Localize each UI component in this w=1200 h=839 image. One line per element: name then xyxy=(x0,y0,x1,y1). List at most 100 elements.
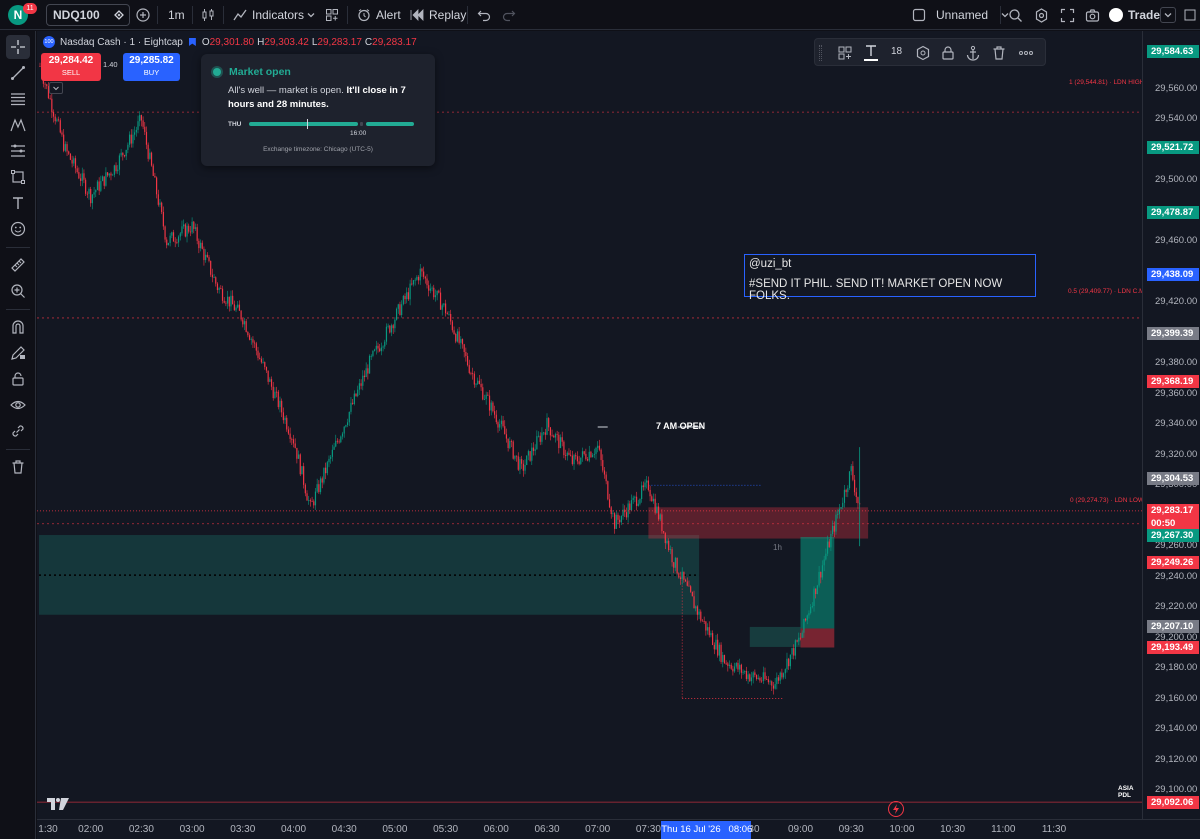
drag-handle[interactable] xyxy=(819,45,822,61)
candle-body xyxy=(727,663,729,666)
symbol-logo: 100 xyxy=(43,36,55,48)
candle-body xyxy=(686,581,688,586)
annotation-line-2: #SEND IT PHIL. SEND IT! MARKET OPEN NOW … xyxy=(749,278,1003,302)
candle-body xyxy=(494,411,496,415)
remove-drawings-tool[interactable] xyxy=(6,455,30,479)
delete-button[interactable] xyxy=(991,45,1007,66)
lock-drawings-tool[interactable] xyxy=(6,367,30,391)
add-symbol-button[interactable] xyxy=(136,0,150,30)
zoom-tool[interactable] xyxy=(6,279,30,303)
collapse-button[interactable] xyxy=(1160,0,1176,30)
stay-in-drawing-tool[interactable] xyxy=(6,341,30,365)
quick-search-button[interactable] xyxy=(1008,0,1023,30)
trend-line-tool[interactable] xyxy=(6,61,30,85)
add-template-icon xyxy=(838,46,852,60)
chart-type-button[interactable] xyxy=(201,0,215,30)
trade-button[interactable]: Trade xyxy=(1109,0,1160,30)
price-badge: 29,521.72 xyxy=(1147,140,1199,154)
forecast-tool[interactable] xyxy=(6,139,30,163)
market-status-popup[interactable]: Market open All's well — market is open.… xyxy=(201,54,435,166)
redo-button[interactable] xyxy=(502,0,516,30)
hide-drawings-tool[interactable] xyxy=(6,393,30,417)
candle-body xyxy=(816,585,818,594)
magnet-tool[interactable] xyxy=(6,315,30,339)
chart-legend[interactable]: 100 Nasdaq Cash · 1 · Eightcap O 29,301.8… xyxy=(43,35,417,49)
time-axis[interactable]: 1:30 02:00 02:30 03:00 03:30 04:00 04:30 05:00 0… xyxy=(37,819,1200,839)
candle-body xyxy=(679,577,682,580)
legend-collapse-button[interactable] xyxy=(49,82,63,94)
lock-button[interactable] xyxy=(940,45,956,66)
alert-button[interactable]: Alert xyxy=(357,0,401,30)
more-icon[interactable] xyxy=(1183,0,1197,30)
candle-body xyxy=(397,304,399,309)
candle-body xyxy=(172,232,175,242)
candle-body xyxy=(612,513,614,515)
settings-button[interactable] xyxy=(915,45,931,66)
candle-body xyxy=(451,321,453,331)
buy-button[interactable]: 29,285.82 BUY xyxy=(123,53,180,81)
candle-body xyxy=(708,627,710,636)
candle-body xyxy=(314,491,317,506)
interval-button[interactable]: 1m xyxy=(168,0,185,30)
more-button[interactable] xyxy=(1018,45,1034,66)
tradingview-logo[interactable] xyxy=(47,797,69,815)
candle-body xyxy=(777,677,780,681)
candle-body xyxy=(847,488,849,493)
sell-button[interactable]: 29,284.42 SELL xyxy=(41,53,101,81)
compare-icon xyxy=(113,9,125,21)
price-tick-label: 29,420.00 xyxy=(1155,296,1198,308)
candle-body xyxy=(815,588,817,594)
candle-body xyxy=(855,492,857,498)
candle-body xyxy=(211,274,213,278)
measure-tool[interactable] xyxy=(6,253,30,277)
candle-body xyxy=(122,152,124,156)
fullscreen-button[interactable] xyxy=(1060,0,1075,30)
candle-body xyxy=(233,304,235,311)
candle-body xyxy=(480,383,482,388)
candle-body xyxy=(164,226,166,240)
candle-body xyxy=(297,454,300,459)
settings-button[interactable] xyxy=(1034,0,1049,30)
text-annotation[interactable]: @uzi_bt #SEND IT PHIL. SEND IT! MARKET O… xyxy=(744,254,1036,302)
replay-label: Replay xyxy=(429,8,467,22)
shape-tool[interactable] xyxy=(6,165,30,189)
user-avatar[interactable]: N 11 xyxy=(8,0,37,30)
replay-icon xyxy=(410,8,424,22)
text-tool[interactable] xyxy=(6,191,30,215)
candle-body xyxy=(657,506,660,520)
eye-icon xyxy=(10,400,26,410)
fib-tool[interactable] xyxy=(6,87,30,111)
crosshair-tool[interactable] xyxy=(6,35,30,59)
candle-body xyxy=(98,181,100,191)
indicators-button[interactable]: Indicators xyxy=(233,0,304,30)
redo-icon xyxy=(502,8,516,22)
candle-body xyxy=(470,372,472,374)
candle-body xyxy=(500,420,502,425)
templates-button[interactable] xyxy=(306,0,316,30)
layout-grid-button[interactable] xyxy=(325,0,339,30)
candle-body xyxy=(527,451,530,456)
sync-drawings-tool[interactable] xyxy=(6,419,30,443)
symbol-search[interactable]: NDQ100 xyxy=(46,0,130,30)
undo-button[interactable] xyxy=(477,0,491,30)
font-size-button[interactable]: 18 xyxy=(891,46,902,57)
layout-button[interactable]: Unnamed xyxy=(912,0,1010,30)
candle-body xyxy=(581,451,584,458)
anchor-button[interactable] xyxy=(965,45,981,66)
pattern-tool[interactable] xyxy=(6,113,30,137)
ldn-cm-label: 0.5 (29,409.77) · LDN C.M xyxy=(1068,288,1145,295)
text-color-button[interactable] xyxy=(863,44,879,67)
candle-body xyxy=(510,440,513,442)
zoom-in-icon xyxy=(11,284,25,298)
lightning-icon[interactable] xyxy=(888,801,904,817)
template-button[interactable] xyxy=(837,45,853,66)
candle-body xyxy=(512,441,514,459)
snapshot-button[interactable] xyxy=(1085,0,1100,30)
candle-body xyxy=(90,189,92,204)
replay-button[interactable]: Replay xyxy=(410,0,466,30)
candle-body xyxy=(526,455,528,465)
candle-body xyxy=(588,451,590,461)
candle-body xyxy=(210,260,212,275)
price-axis[interactable]: 29,560.00 29,540.00 29,500.00 29,460.00 29,4… xyxy=(1142,31,1200,819)
emoji-tool[interactable] xyxy=(6,217,30,241)
